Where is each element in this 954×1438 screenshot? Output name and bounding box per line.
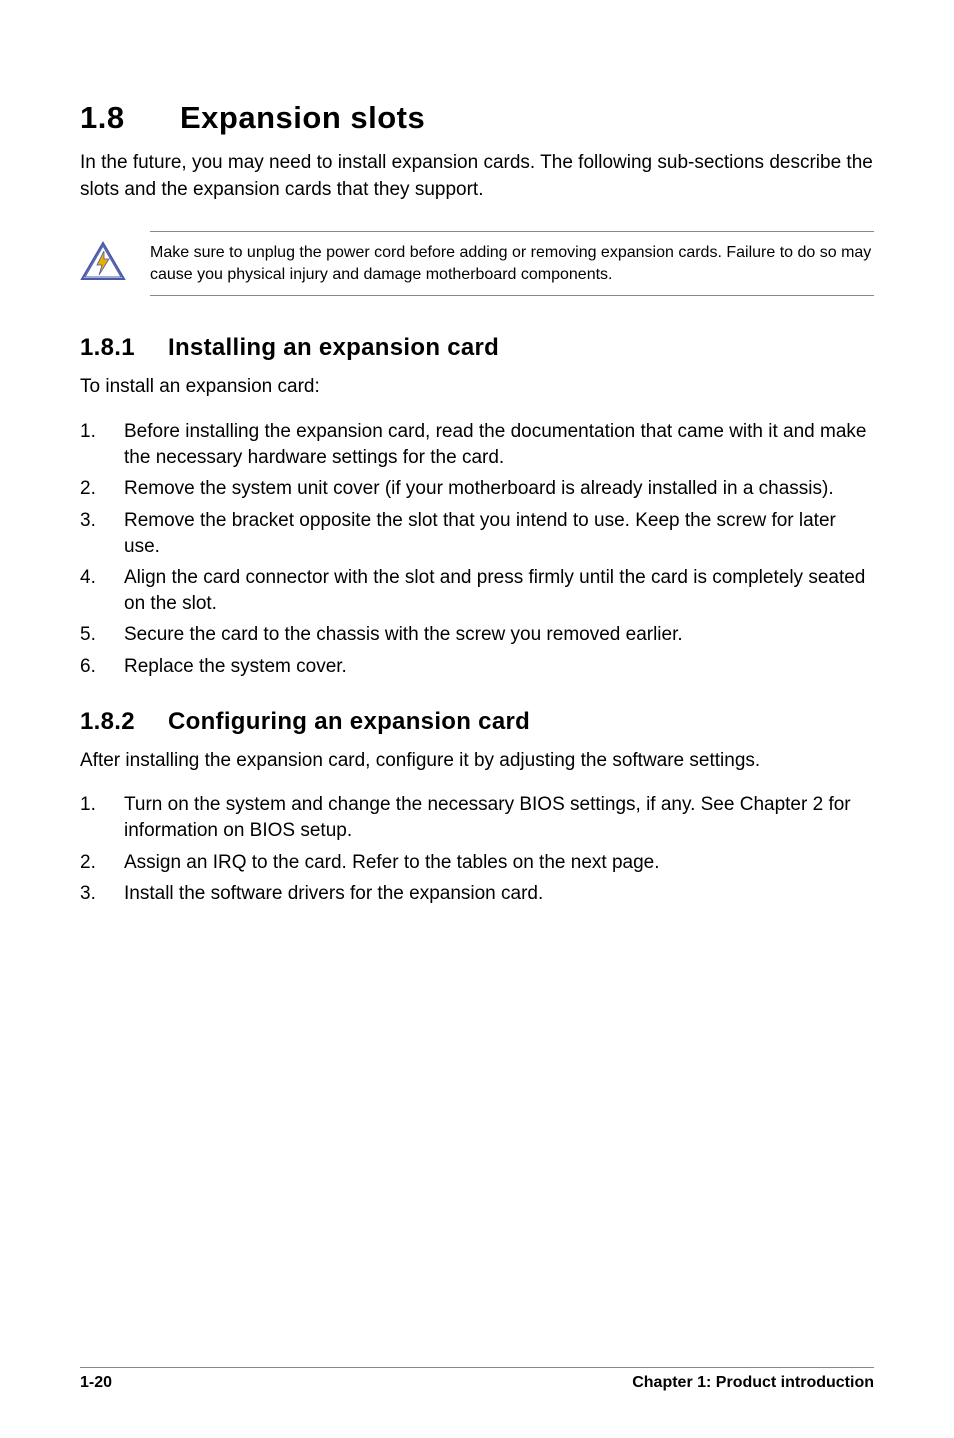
subheading-configure-number: 1.8.2 (80, 708, 168, 736)
list-item: Secure the card to the chassis with the … (80, 622, 874, 648)
heading-number: 1.8 (80, 100, 180, 136)
list-item: Remove the bracket opposite the slot tha… (80, 508, 874, 559)
list-item: Remove the system unit cover (if your mo… (80, 476, 874, 502)
subheading-install: 1.8.1Installing an expansion card (80, 334, 874, 362)
list-item: Turn on the system and change the necess… (80, 792, 874, 843)
heading-title: Expansion slots (180, 100, 425, 135)
warning-callout: Make sure to unplug the power cord befor… (80, 231, 874, 296)
page-footer: 1-20 Chapter 1: Product introduction (80, 1367, 874, 1392)
warning-text: Make sure to unplug the power cord befor… (150, 231, 874, 296)
subheading-install-number: 1.8.1 (80, 334, 168, 362)
subheading-configure: 1.8.2Configuring an expansion card (80, 708, 874, 736)
footer-page-number: 1-20 (80, 1374, 112, 1392)
install-lead: To install an expansion card: (80, 374, 874, 401)
footer-chapter-title: Chapter 1: Product introduction (632, 1374, 874, 1392)
install-steps-list: Before installing the expansion card, re… (80, 419, 874, 680)
list-item: Align the card connector with the slot a… (80, 565, 874, 616)
intro-paragraph: In the future, you may need to install e… (80, 150, 874, 203)
subheading-install-title: Installing an expansion card (168, 334, 499, 361)
main-heading: 1.8Expansion slots (80, 100, 874, 136)
subheading-configure-title: Configuring an expansion card (168, 708, 530, 735)
list-item: Before installing the expansion card, re… (80, 419, 874, 470)
list-item: Replace the system cover. (80, 654, 874, 680)
list-item: Install the software drivers for the exp… (80, 881, 874, 907)
list-item: Assign an IRQ to the card. Refer to the … (80, 850, 874, 876)
configure-lead: After installing the expansion card, con… (80, 748, 874, 775)
warning-bolt-icon (80, 241, 126, 281)
configure-steps-list: Turn on the system and change the necess… (80, 792, 874, 907)
